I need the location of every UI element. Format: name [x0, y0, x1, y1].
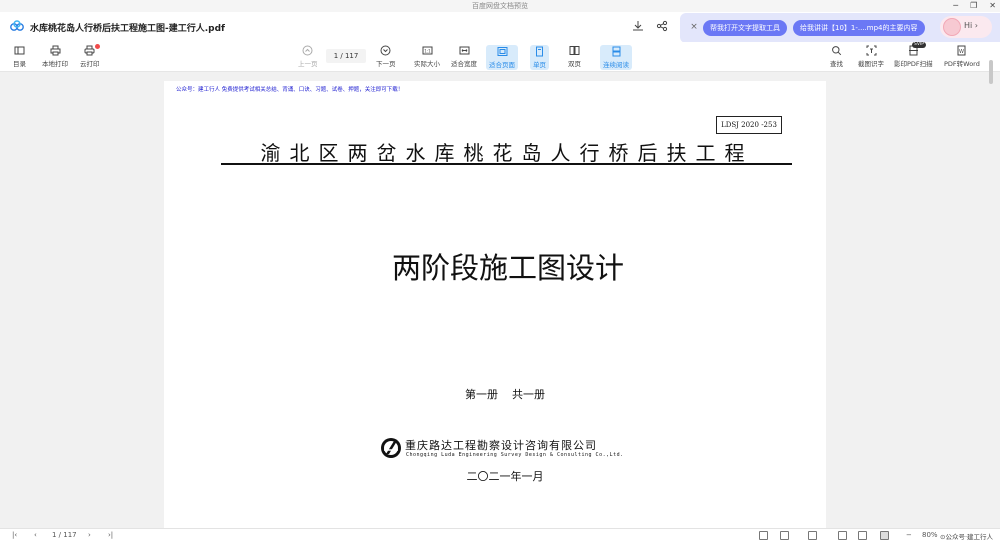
fit-width-small-icon[interactable] — [858, 531, 867, 540]
download-icon[interactable] — [632, 20, 644, 32]
next-page-button[interactable]: 下一页 — [376, 45, 396, 68]
baidu-netdisk-logo-icon — [10, 20, 24, 31]
continuous-read-button[interactable]: 连续阅读 — [600, 45, 632, 70]
pdf-to-word-icon: W — [957, 45, 966, 56]
fit-page-icon — [497, 47, 507, 56]
find-label: 查找 — [830, 60, 843, 68]
pdf-to-word-label: PDF转Word — [944, 60, 980, 68]
minimize-button[interactable]: ─ — [953, 0, 958, 12]
status-bar: |‹ ‹ 1 / 117 › ›| − 80% — [0, 528, 1000, 541]
actual-size-label: 实际大小 — [414, 60, 440, 68]
catalog-button[interactable]: 目录 — [13, 45, 26, 68]
status-page-indicator[interactable]: 1 / 117 — [52, 531, 77, 540]
find-button[interactable]: 查找 — [830, 45, 843, 68]
continuous-read-icon — [612, 46, 620, 57]
ai-suggestion-video-summary[interactable]: 给我讲讲【10】1-....mp4的主要内容 — [793, 20, 925, 36]
share-icon[interactable] — [656, 20, 668, 32]
fit-width-icon — [459, 46, 469, 55]
continuous-read-label: 连续阅读 — [603, 61, 629, 69]
cloud-print-label: 云打印 — [80, 60, 100, 68]
page-indicator-input[interactable]: 1 / 117 — [326, 49, 366, 63]
single-view-icon[interactable] — [759, 531, 768, 540]
fit-page-small-icon[interactable] — [880, 531, 889, 540]
window-title-bar: 百度网盘文档预览 — [0, 0, 1000, 12]
scan-print-button[interactable]: 影印PDF扫描 — [894, 45, 933, 68]
first-page-button[interactable]: |‹ — [12, 531, 17, 540]
continuous-view-icon[interactable] — [808, 531, 817, 540]
scrollbar-thumb[interactable] — [989, 60, 993, 84]
actual-size-icon: 1:1 — [422, 46, 432, 55]
zoom-level[interactable]: 80% — [922, 531, 938, 539]
ai-bot-label: Hi › — [964, 21, 978, 30]
window-title: 百度网盘文档预览 — [472, 2, 528, 10]
double-page-button[interactable]: 双页 — [568, 45, 581, 68]
ai-close-button[interactable]: × — [688, 21, 700, 33]
zoom-out-button[interactable]: − — [906, 531, 912, 540]
ocr-button[interactable]: 截图识字 — [858, 45, 884, 68]
fit-page-button[interactable]: 适合页面 — [486, 45, 518, 70]
maximize-button[interactable]: ❐ — [970, 0, 977, 12]
close-button[interactable]: ✕ — [989, 0, 996, 12]
single-page-button[interactable]: 单页 — [530, 45, 549, 70]
next-page-small-button[interactable]: › — [88, 531, 91, 540]
printer-icon — [50, 45, 60, 56]
double-page-label: 双页 — [568, 60, 581, 68]
ai-bot-avatar-icon — [943, 18, 961, 36]
cloud-printer-icon — [84, 45, 95, 56]
prev-page-label: 上一页 — [298, 60, 318, 68]
scan-print-label: 影印PDF扫描 — [894, 60, 933, 68]
svip-badge: SVIP — [912, 42, 926, 48]
pdf-to-word-button[interactable]: W PDF转Word — [944, 45, 980, 68]
double-page-icon — [569, 46, 580, 55]
document-code: LDSJ 2020 -253 — [716, 116, 782, 134]
local-print-label: 本地打印 — [42, 60, 68, 68]
window-controls: ─ ❐ ✕ — [953, 0, 996, 12]
svg-text:1:1: 1:1 — [424, 49, 431, 54]
file-name: 水库桃花岛人行桥后扶工程施工图-建工行人.pdf — [30, 24, 225, 34]
screenshot-ocr-icon — [866, 45, 876, 56]
cloud-print-badge — [95, 44, 100, 49]
search-icon — [832, 46, 842, 56]
catalog-icon — [14, 46, 25, 55]
ai-bot-button[interactable]: Hi › — [940, 16, 992, 38]
document-main-title: 两阶段施工图设计 — [391, 251, 624, 285]
fit-page-label: 适合页面 — [489, 61, 515, 69]
svg-text:W: W — [959, 49, 964, 55]
ocr-label: 截图识字 — [858, 60, 884, 68]
double-view-icon[interactable] — [780, 531, 789, 540]
fit-width-label: 适合宽度 — [451, 60, 477, 68]
chevron-down-circle-icon — [380, 45, 391, 56]
prev-page-small-button[interactable]: ‹ — [34, 531, 37, 540]
last-page-button[interactable]: ›| — [108, 531, 113, 540]
project-title: 渝北区两岔水库桃花岛人行桥后扶工程 — [260, 141, 754, 165]
project-title-underline — [221, 163, 792, 165]
document-date: 二〇二一年一月 — [466, 470, 544, 483]
volume-info: 第一册 共一册 — [465, 388, 545, 401]
company-logo-icon — [381, 438, 401, 458]
company-name-en: Chongqing Luda Engineering Survey Design… — [406, 452, 624, 458]
catalog-label: 目录 — [13, 60, 26, 68]
actual-size-small-icon[interactable] — [838, 531, 847, 540]
single-page-icon — [536, 46, 543, 57]
ai-suggestion-ocr-tool[interactable]: 帮我打开文字提取工具 — [703, 20, 787, 36]
single-page-label: 单页 — [533, 61, 546, 69]
next-page-label: 下一页 — [376, 60, 396, 68]
chevron-up-circle-icon — [302, 45, 313, 56]
prev-page-button[interactable]: 上一页 — [298, 45, 318, 68]
actual-size-button[interactable]: 1:1 实际大小 — [414, 45, 440, 68]
brand-watermark: ⊙公众号·建工行人 — [940, 533, 994, 541]
company-name-cn: 重庆路达工程勘察设计咨询有限公司 — [405, 439, 597, 452]
toolbar: 目录 本地打印 云打印 上一页 1 / 117 下一页 1:1 实际大小 适合宽… — [0, 42, 1000, 72]
fit-width-button[interactable]: 适合宽度 — [451, 45, 477, 68]
watermark-text: 公众号：建工行人 免费提供考试相关总结、背诵、口诀、习题、试卷、押题，关注即可下… — [176, 87, 404, 93]
local-print-button[interactable]: 本地打印 — [42, 45, 68, 68]
